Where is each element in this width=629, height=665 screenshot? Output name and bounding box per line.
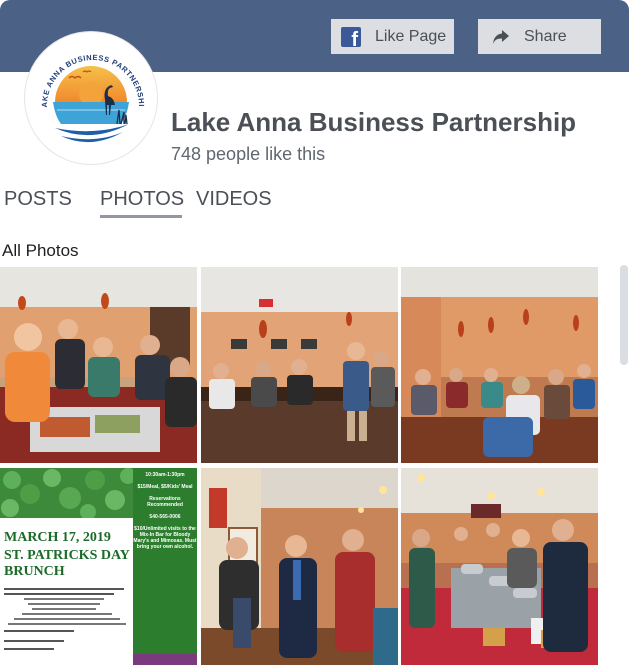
photo-thumbnail[interactable] bbox=[201, 468, 398, 665]
flyer-left-panel: MARCH 17, 2019 ST. PATRICKS DAY BRUNCH bbox=[0, 468, 133, 665]
photo-thumbnail[interactable] bbox=[401, 468, 598, 665]
group-photo bbox=[201, 468, 398, 665]
share-arrow-icon bbox=[493, 29, 509, 44]
photos-scrollbar[interactable] bbox=[620, 265, 628, 365]
serving-line-photo bbox=[401, 468, 598, 665]
audience-photo bbox=[401, 267, 598, 463]
share-button[interactable]: Share bbox=[478, 19, 601, 54]
flyer-date: MARCH 17, 2019 bbox=[4, 530, 111, 545]
flyer-line: $10/Unlimited visits to the Mix-In Bar f… bbox=[133, 526, 197, 550]
flyer-right-panel: 10:30am-1:30pm $15/Meal, $5/Kids' Meal R… bbox=[133, 468, 197, 665]
flyer-small-print-image bbox=[4, 588, 126, 650]
photo-thumbnail[interactable]: MARCH 17, 2019 ST. PATRICKS DAY BRUNCH 1… bbox=[0, 468, 197, 665]
all-photos-heading: All Photos bbox=[2, 241, 79, 260]
flyer-footer-bar bbox=[133, 654, 197, 665]
flyer-line: 10:30am-1:30pm bbox=[145, 472, 185, 478]
active-tab-indicator bbox=[100, 215, 182, 218]
photo-thumbnail[interactable] bbox=[401, 267, 598, 463]
tab-videos[interactable]: VIDEOS bbox=[196, 188, 272, 211]
photo-thumbnail[interactable] bbox=[201, 267, 398, 463]
page-title[interactable]: Lake Anna Business Partnership bbox=[171, 107, 576, 138]
flyer-line: $15/Meal, $5/Kids' Meal bbox=[137, 484, 193, 490]
share-label: Share bbox=[524, 27, 567, 45]
flyer-line: Reservations Recommended bbox=[147, 496, 183, 508]
like-page-button[interactable]: f Like Page bbox=[331, 19, 454, 54]
page-likes-count: 748 people like this bbox=[171, 144, 326, 164]
buffet-photo bbox=[0, 267, 197, 463]
photo-thumbnail[interactable] bbox=[0, 267, 197, 463]
like-page-label: Like Page bbox=[375, 27, 447, 45]
flyer-title: ST. PATRICKS DAY BRUNCH bbox=[4, 548, 130, 579]
lake-anna-logo-image: LAKE ANNA BUSINESS PARTNERSHIP bbox=[25, 32, 155, 162]
tab-photos[interactable]: PHOTOS bbox=[100, 188, 184, 211]
facebook-icon: f bbox=[341, 26, 361, 47]
page-logo[interactable]: LAKE ANNA BUSINESS PARTNERSHIP bbox=[25, 32, 157, 164]
meeting-photo bbox=[201, 267, 398, 463]
flyer-line: 540-565-0006 bbox=[149, 514, 181, 520]
tab-posts[interactable]: POSTS bbox=[4, 188, 72, 211]
shamrock-pattern-image bbox=[0, 468, 133, 518]
